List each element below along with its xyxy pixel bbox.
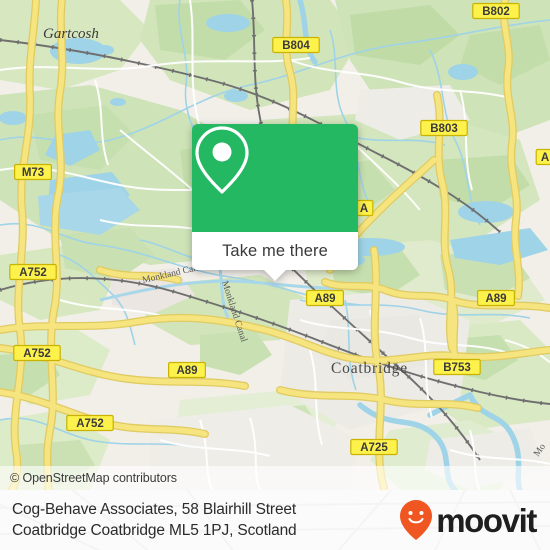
take-me-there-button[interactable]: Take me there bbox=[192, 232, 358, 281]
svg-text:Gartcosh: Gartcosh bbox=[43, 26, 99, 42]
road-shield-a: A bbox=[535, 148, 550, 166]
road-shield-a752: A752 bbox=[9, 263, 57, 281]
road-shield-label: B803 bbox=[430, 123, 458, 135]
road-shield-a752: A752 bbox=[13, 344, 61, 362]
map-pin-icon bbox=[195, 126, 249, 194]
svg-text:Coatbridge: Coatbridge bbox=[331, 360, 408, 377]
road-shield-a89: A89 bbox=[306, 289, 345, 307]
road-shield-label: A752 bbox=[23, 348, 51, 360]
osm-attribution: © OpenStreetMap contributors bbox=[0, 466, 550, 490]
address-block: Cog-Behave Associates, 58 Blairhill Stre… bbox=[12, 499, 297, 541]
road-shield-label: B753 bbox=[443, 362, 471, 374]
road-shield-label: A bbox=[541, 152, 549, 164]
address-line-1: Cog-Behave Associates, 58 Blairhill Stre… bbox=[12, 501, 297, 518]
road-shield-label: A89 bbox=[485, 293, 506, 305]
footer-bar: Cog-Behave Associates, 58 Blairhill Stre… bbox=[0, 490, 550, 550]
road-shield-b802: B802 bbox=[472, 2, 520, 20]
map-canvas[interactable]: Gartcosh Coatbridge Monkland Canal Monkl… bbox=[0, 0, 550, 490]
road-shield-b753: B753 bbox=[433, 358, 481, 376]
road-shield-b803: B803 bbox=[420, 119, 468, 137]
road-shield-a89: A89 bbox=[168, 361, 207, 379]
road-shield-label: A bbox=[360, 203, 368, 215]
road-shield-a89: A89 bbox=[477, 289, 516, 307]
moovit-wordmark: moovit bbox=[436, 501, 537, 539]
road-shield-a725: A725 bbox=[350, 438, 398, 456]
map-screenshot: Gartcosh Coatbridge Monkland Canal Monkl… bbox=[0, 0, 550, 550]
road-shield-label: A752 bbox=[76, 418, 104, 430]
road-shield-label: M73 bbox=[22, 167, 44, 179]
road-shield-label: A89 bbox=[314, 293, 335, 305]
popup-pin-area bbox=[192, 124, 358, 232]
road-shield-label: B804 bbox=[282, 40, 310, 52]
road-shield-label: A752 bbox=[19, 267, 47, 279]
popup-pointer bbox=[264, 270, 286, 281]
moovit-logo[interactable]: moovit bbox=[399, 499, 537, 541]
address-line-2: Coatbridge Coatbridge ML5 1PJ, Scotland bbox=[12, 522, 297, 539]
road-shield-label: A725 bbox=[360, 442, 388, 454]
road-shield-label: B802 bbox=[482, 6, 510, 18]
road-shield-b804: B804 bbox=[272, 36, 320, 54]
road-shield-a752: A752 bbox=[66, 414, 114, 432]
moovit-smiley-pin-icon bbox=[400, 500, 433, 540]
road-shield-m73: M73 bbox=[14, 163, 52, 181]
osm-attribution-text: © OpenStreetMap contributors bbox=[10, 471, 177, 485]
location-popup-card[interactable]: Take me there bbox=[192, 124, 358, 281]
take-me-there-label: Take me there bbox=[222, 241, 328, 260]
road-shield-label: A89 bbox=[176, 365, 197, 377]
